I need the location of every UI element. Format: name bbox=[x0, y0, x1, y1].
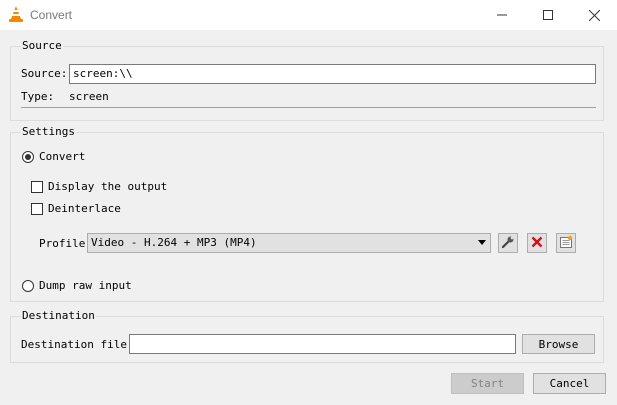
delete-profile-button[interactable] bbox=[527, 233, 547, 253]
destination-file-input[interactable] bbox=[129, 334, 516, 354]
close-icon bbox=[588, 9, 600, 21]
source-separator bbox=[21, 107, 596, 108]
start-button[interactable]: Start bbox=[451, 373, 524, 394]
new-profile-button[interactable] bbox=[556, 233, 576, 253]
edit-profile-button[interactable] bbox=[498, 233, 518, 253]
dump-raw-label[interactable]: Dump raw input bbox=[39, 279, 132, 293]
chevron-down-icon bbox=[478, 240, 486, 245]
display-output-checkbox[interactable] bbox=[31, 181, 43, 193]
minimize-button[interactable] bbox=[479, 0, 525, 30]
source-label: Source: bbox=[21, 67, 68, 80]
profile-label: Profile bbox=[39, 237, 86, 250]
deinterlace-checkbox[interactable] bbox=[31, 203, 43, 215]
dump-raw-radio[interactable] bbox=[22, 280, 34, 292]
settings-group: Settings Convert Display the output Dein… bbox=[10, 125, 604, 302]
destination-group: Destination Destination file: Browse bbox=[10, 309, 604, 363]
profile-select-value: Video - H.264 + MP3 (MP4) bbox=[91, 236, 257, 249]
maximize-button[interactable] bbox=[525, 0, 571, 30]
window-title: Convert bbox=[30, 8, 73, 22]
close-button[interactable] bbox=[571, 0, 617, 30]
new-profile-icon bbox=[559, 235, 573, 252]
convert-label[interactable]: Convert bbox=[39, 150, 85, 164]
radio-selected-dot bbox=[25, 154, 31, 160]
minimize-icon bbox=[497, 10, 507, 20]
source-group: Source Source: screen:\\ Type: screen bbox=[10, 39, 604, 121]
delete-icon bbox=[531, 236, 543, 251]
vlc-cone-icon bbox=[8, 6, 24, 23]
maximize-icon bbox=[543, 10, 553, 20]
convert-radio[interactable] bbox=[22, 151, 34, 163]
source-input[interactable]: screen:\\ bbox=[69, 64, 596, 84]
deinterlace-label[interactable]: Deinterlace bbox=[48, 202, 121, 216]
settings-group-title: Settings bbox=[21, 125, 76, 139]
destination-group-title: Destination bbox=[21, 309, 96, 323]
cancel-button[interactable]: Cancel bbox=[533, 373, 606, 394]
type-label: Type: bbox=[21, 90, 55, 103]
type-value: screen bbox=[69, 90, 109, 103]
destination-file-label: Destination file: bbox=[21, 338, 134, 351]
browse-button[interactable]: Browse bbox=[522, 334, 595, 354]
display-output-label[interactable]: Display the output bbox=[48, 180, 167, 194]
title-bar: Convert bbox=[0, 0, 617, 30]
wrench-icon bbox=[501, 235, 515, 252]
source-group-title: Source bbox=[21, 39, 63, 53]
profile-select[interactable]: Video - H.264 + MP3 (MP4) bbox=[87, 233, 491, 253]
